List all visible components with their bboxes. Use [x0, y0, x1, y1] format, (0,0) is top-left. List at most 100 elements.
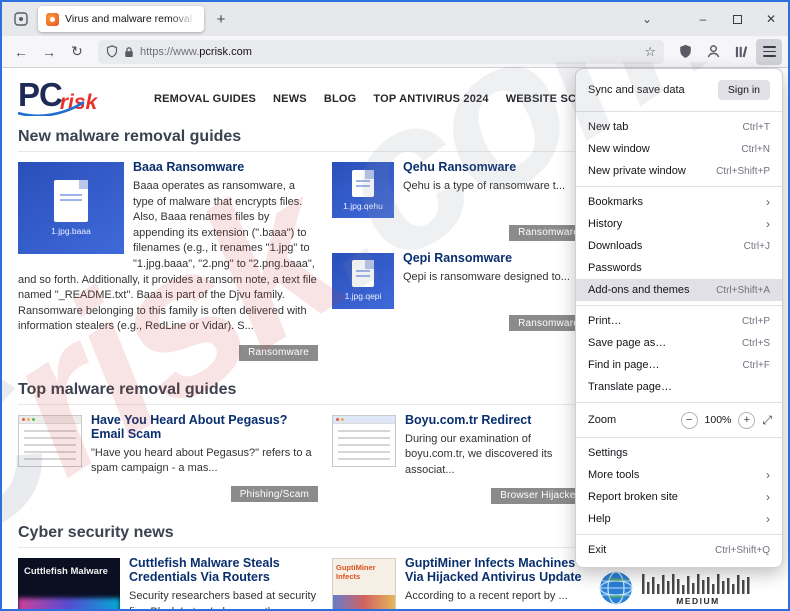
url-domain: pcrisk.com [199, 46, 252, 58]
article-qepi: 1.jpg.qepi Qepi Ransomware Qepi is ranso… [332, 251, 588, 332]
pcrisk-logo[interactable]: PCrisk [18, 76, 140, 118]
menu-item-more-tools[interactable]: More tools› [576, 464, 782, 486]
article-cuttlefish-thumbnail[interactable]: Cuttlefish Malware [18, 558, 120, 609]
section1-right-column: 1.jpg.qehu Qehu Ransomware Qehu is a typ… [332, 160, 588, 371]
menu-item-exit[interactable]: ExitCtrl+Shift+Q [576, 539, 782, 561]
browser-tab[interactable]: Virus and malware removal inst [38, 6, 204, 32]
article-qehu: 1.jpg.qehu Qehu Ransomware Qehu is a typ… [332, 160, 588, 241]
minimize-button[interactable]: – [686, 2, 720, 36]
sign-in-button[interactable]: Sign in [718, 80, 770, 100]
menu-separator [576, 534, 782, 535]
hamburger-icon [763, 46, 776, 57]
maximize-button[interactable] [720, 2, 754, 36]
section1-columns: 1.jpg.baaa Baaa Ransomware Baaa operates… [18, 160, 588, 371]
reload-button[interactable]: ↻ [64, 39, 90, 65]
article-qepi-thumbnail[interactable]: 1.jpg.qepi [332, 253, 394, 309]
menu-item-downloads[interactable]: DownloadsCtrl+J [576, 235, 782, 257]
zoom-label: Zoom [586, 414, 674, 426]
article-boyu: Boyu.com.tr Redirect During our examinat… [332, 413, 588, 504]
section2-left-column: Have You Heard About Pegasus? Email Scam… [18, 413, 318, 514]
main-content: PCrisk REMOVAL GUIDES NEWS BLOG TOP ANTI… [2, 68, 588, 609]
thumbnail-caption: 1.jpg.qepi [345, 291, 382, 301]
forward-button[interactable]: → [36, 39, 62, 65]
menu-item-addons-and-themes[interactable]: Add-ons and themesCtrl+Shift+A [576, 279, 782, 301]
article-guptiminer-thumbnail[interactable]: GuptiMiner Infects [332, 558, 396, 609]
article-boyu-thumbnail[interactable] [332, 415, 396, 467]
thumbnail-titlebar [19, 416, 81, 424]
thumbnail-text-lines [24, 430, 76, 462]
chevron-right-icon: › [766, 217, 770, 231]
menu-button[interactable] [756, 39, 782, 65]
lock-icon[interactable] [124, 46, 134, 58]
threat-level-widget[interactable]: MEDIUM [598, 570, 754, 606]
tag-row: Ransomware [332, 313, 588, 332]
section-title-cyber-news: Cyber security news [18, 524, 588, 548]
file-icon [352, 170, 374, 197]
firefox-app-menu: Sync and save data Sign in New tabCtrl+T… [575, 68, 783, 568]
threat-meter-bars [642, 572, 754, 594]
article-qehu-thumbnail[interactable]: 1.jpg.qehu [332, 162, 394, 218]
menu-item-print[interactable]: Print…Ctrl+P [576, 310, 782, 332]
menu-item-new-tab[interactable]: New tabCtrl+T [576, 116, 782, 138]
list-all-tabs-button[interactable]: ⌄ [634, 6, 660, 32]
menu-item-translate-page[interactable]: Translate page… [576, 376, 782, 398]
menu-item-passwords[interactable]: Passwords [576, 257, 782, 279]
url-scheme: https://www. [140, 46, 199, 58]
menu-zoom-row: Zoom − 100% + ⤢ [576, 407, 782, 433]
zoom-out-button[interactable]: − [681, 412, 698, 429]
tag-browser-hijacker[interactable]: Browser Hijacker [491, 488, 588, 504]
firefox-view-icon[interactable] [8, 6, 34, 32]
logo-swoosh [16, 100, 88, 116]
menu-item-history[interactable]: History› [576, 213, 782, 235]
section-title-top-malware: Top malware removal guides [18, 381, 588, 405]
back-button[interactable]: ← [8, 39, 34, 65]
tag-phishing-scam[interactable]: Phishing/Scam [231, 486, 318, 502]
thumbnail-caption: 1.jpg.baaa [51, 226, 91, 236]
nav-link-top-antivirus[interactable]: TOP ANTIVIRUS 2024 [373, 93, 488, 105]
menu-separator [576, 305, 782, 306]
thumbnail-caption: 1.jpg.qehu [343, 201, 383, 211]
close-button[interactable]: ✕ [754, 2, 788, 36]
tag-row: Ransomware [18, 342, 318, 361]
menu-item-new-window[interactable]: New windowCtrl+N [576, 138, 782, 160]
menu-item-bookmarks[interactable]: Bookmarks› [576, 191, 782, 213]
article-pegasus: Have You Heard About Pegasus? Email Scam… [18, 413, 318, 503]
adblock-shield-icon[interactable] [672, 39, 698, 65]
chevron-right-icon: › [766, 512, 770, 526]
article-guptiminer: GuptiMiner Infects GuptiMiner Infects Ma… [332, 556, 588, 605]
menu-item-help[interactable]: Help› [576, 508, 782, 530]
tag-row: Browser Hijacker [332, 485, 588, 504]
url-text: https://www.pcrisk.com [140, 46, 638, 58]
zoom-value[interactable]: 100% [705, 414, 732, 426]
menu-separator [576, 186, 782, 187]
menu-item-new-private-window[interactable]: New private windowCtrl+Shift+P [576, 160, 782, 182]
url-bar[interactable]: https://www.pcrisk.com ☆ [98, 40, 664, 64]
article-pegasus-thumbnail[interactable] [18, 415, 82, 467]
section3-right-column: GuptiMiner Infects GuptiMiner Infects Ma… [332, 556, 588, 609]
bookmark-star-icon[interactable]: ☆ [644, 44, 656, 60]
tag-ransomware[interactable]: Ransomware [239, 345, 318, 361]
nav-link-news[interactable]: NEWS [273, 93, 307, 105]
thumbnail-glow [18, 598, 120, 609]
nav-link-removal-guides[interactable]: REMOVAL GUIDES [154, 93, 256, 105]
article-baaa-thumbnail[interactable]: 1.jpg.baaa [18, 162, 124, 254]
thumbnail-label: GuptiMiner Infects [333, 559, 395, 581]
menu-item-find-in-page[interactable]: Find in page…Ctrl+F [576, 354, 782, 376]
threat-level-label: MEDIUM [676, 596, 719, 606]
extensions-icon[interactable] [728, 39, 754, 65]
fullscreen-icon[interactable]: ⤢ [762, 413, 772, 428]
file-icon [54, 180, 88, 222]
zoom-in-button[interactable]: + [738, 412, 755, 429]
article-cuttlefish: Cuttlefish Malware Cuttlefish Malware St… [18, 556, 318, 609]
tab-bar: Virus and malware removal inst + ⌄ – ✕ [2, 2, 788, 36]
thumbnail-text-lines [338, 430, 390, 462]
thumbnail-titlebar [333, 416, 395, 424]
nav-link-blog[interactable]: BLOG [324, 93, 357, 105]
menu-item-save-page-as[interactable]: Save page as…Ctrl+S [576, 332, 782, 354]
new-tab-button[interactable]: + [208, 6, 234, 32]
menu-item-settings[interactable]: Settings [576, 442, 782, 464]
tab-title: Virus and malware removal inst [65, 13, 196, 25]
account-icon[interactable] [700, 39, 726, 65]
tracking-protection-shield-icon[interactable] [106, 45, 118, 58]
menu-item-report-broken-site[interactable]: Report broken site› [576, 486, 782, 508]
